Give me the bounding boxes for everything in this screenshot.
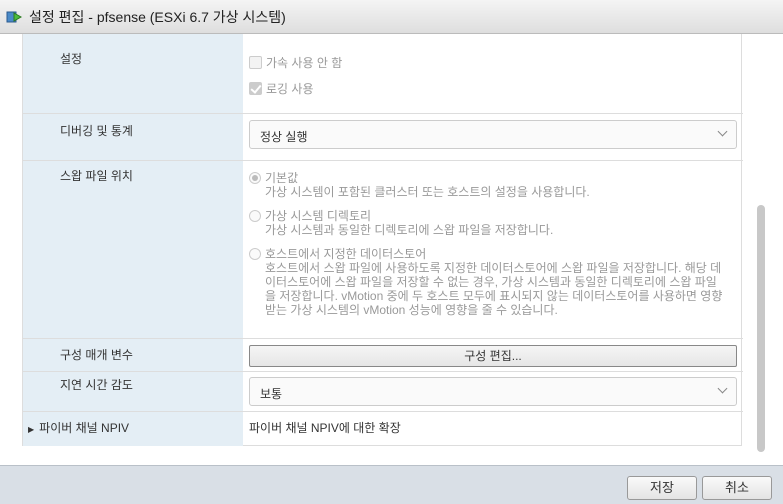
- row-latency: 지연 시간 감도 보통: [23, 372, 743, 412]
- chevron-down-icon: [717, 383, 728, 394]
- radio-selected-icon: [249, 172, 261, 184]
- row-settings: 설정 가속 사용 안 함 로깅 사용: [23, 34, 743, 114]
- row-swap: 스왑 파일 위치 기본값 가상 시스템이 포함된 클러스터 또는 호스트의 설정을…: [23, 161, 743, 339]
- settings-table: 설정 가속 사용 안 함 로깅 사용 디버깅 및 통계 정상 실행 스왑 파일 …: [22, 34, 743, 446]
- row-config: 구성 매개 변수 구성 편집...: [23, 339, 743, 372]
- chevron-down-icon: [717, 126, 728, 137]
- settings-panel: 설정 가속 사용 안 함 로깅 사용 디버깅 및 통계 정상 실행 스왑 파일 …: [0, 34, 783, 465]
- row-label: 구성 매개 변수: [23, 339, 243, 371]
- row-debug: 디버깅 및 통계 정상 실행: [23, 114, 743, 161]
- swap-option-default[interactable]: 기본값 가상 시스템이 포함된 클러스터 또는 호스트의 설정을 사용합니다.: [249, 171, 739, 199]
- expand-triangle-icon[interactable]: ▶: [28, 425, 34, 434]
- disable-acceleration-checkbox[interactable]: 가속 사용 안 함: [249, 54, 342, 71]
- row-label: 지연 시간 감도: [23, 372, 243, 411]
- row-label: 스왑 파일 위치: [23, 161, 243, 338]
- row-label: 설정: [23, 34, 243, 113]
- row-npiv[interactable]: ▶ 파이버 채널 NPIV 파이버 채널 NPIV에 대한 확장: [23, 412, 743, 446]
- checkbox-icon: [249, 56, 262, 69]
- scrollbar-thumb[interactable]: [757, 205, 765, 452]
- checkbox-checked-icon: [249, 82, 262, 95]
- enable-logging-checkbox[interactable]: 로깅 사용: [249, 80, 314, 97]
- debug-select[interactable]: 정상 실행: [249, 120, 737, 149]
- swap-option-vm-directory[interactable]: 가상 시스템 디렉토리 가상 시스템과 동일한 디렉토리에 스왑 파일을 저장합니…: [249, 209, 739, 237]
- latency-select[interactable]: 보통: [249, 377, 737, 406]
- radio-icon: [249, 248, 261, 260]
- title-bar: 설정 편집 - pfsense (ESXi 6.7 가상 시스템): [0, 0, 783, 34]
- window-title: 설정 편집 - pfsense (ESXi 6.7 가상 시스템): [29, 8, 286, 25]
- swap-option-host-datastore[interactable]: 호스트에서 지정한 데이터스토어 호스트에서 스왑 파일에 사용하도록 지정한 데…: [249, 247, 727, 317]
- dialog-footer: 저장 취소: [0, 465, 783, 504]
- edit-configuration-button[interactable]: 구성 편집...: [249, 345, 737, 367]
- row-label: 디버깅 및 통계: [23, 114, 243, 160]
- radio-icon: [249, 210, 261, 222]
- npiv-value: 파이버 채널 NPIV에 대한 확장: [249, 421, 401, 435]
- row-label: 파이버 채널 NPIV: [39, 421, 130, 435]
- vm-icon: [6, 9, 23, 25]
- save-button[interactable]: 저장: [627, 476, 697, 500]
- cancel-button[interactable]: 취소: [702, 476, 772, 500]
